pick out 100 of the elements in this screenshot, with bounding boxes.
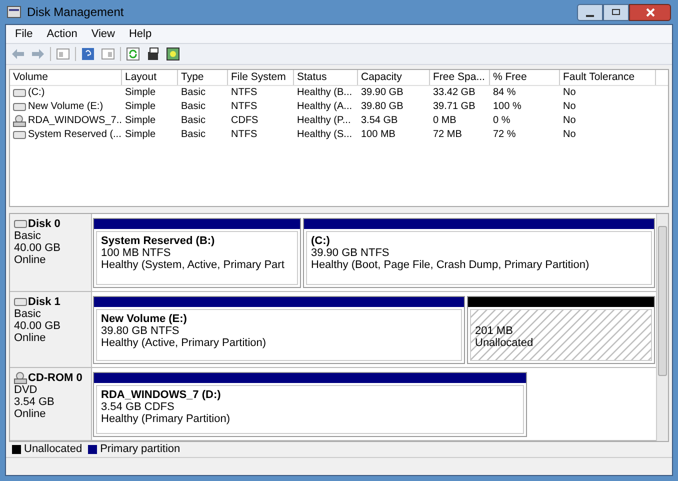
- menu-item[interactable]: Help: [124, 26, 157, 42]
- app-icon: [7, 6, 21, 18]
- disk-type: Basic: [14, 230, 42, 242]
- table-cell: No: [563, 100, 576, 114]
- column-header[interactable]: Fault Tolerance: [560, 70, 656, 85]
- table-cell: CDFS: [231, 114, 258, 128]
- partition[interactable]: System Reserved (B:) 100 MB NTFS Healthy (System, Active, Primary Part: [93, 218, 301, 288]
- disk-name: CD-ROM 0: [28, 372, 82, 384]
- close-icon: [646, 8, 654, 16]
- table-cell: Basic: [181, 128, 206, 142]
- table-cell: 100 MB: [361, 128, 396, 142]
- table-cell: Simple: [125, 86, 156, 100]
- column-header[interactable]: Layout: [122, 70, 178, 85]
- drive-icon: [13, 131, 26, 139]
- disk-size: 3.54 GB: [14, 396, 56, 408]
- cd-drive-icon: [13, 115, 26, 127]
- column-header[interactable]: Capacity: [358, 70, 430, 85]
- disk-info-panel[interactable]: Disk 0 Basic 40.00 GB Online: [10, 214, 92, 291]
- table-cell: NTFS: [231, 86, 258, 100]
- disk-size: 40.00 GB: [14, 242, 62, 254]
- partition-size: 100 MB NTFS: [101, 247, 172, 259]
- column-header[interactable]: Type: [178, 70, 228, 85]
- table-cell: Simple: [125, 128, 156, 142]
- disk-status: Online: [14, 254, 47, 266]
- unallocated-partition[interactable]: 201 MB Unallocated: [467, 296, 655, 364]
- table-cell: 72 MB: [433, 128, 462, 142]
- table-cell: 3.54 GB: [361, 114, 398, 128]
- partition[interactable]: New Volume (E:) 39.80 GB NTFS Healthy (Active, Primary Partition): [93, 296, 465, 364]
- partition-size: 39.90 GB NTFS: [311, 247, 390, 259]
- table-cell: 39.90 GB: [361, 86, 404, 100]
- scrollbar[interactable]: [656, 214, 668, 441]
- column-header[interactable]: Volume: [10, 70, 122, 85]
- disk-size: 40.00 GB: [14, 320, 62, 332]
- table-cell: 0 %: [493, 114, 510, 128]
- column-header[interactable]: % Free: [490, 70, 560, 85]
- column-header[interactable]: Free Spa...: [430, 70, 490, 85]
- cd-drive-icon: [14, 372, 27, 384]
- partition-name: RDA_WINDOWS_7 (D:): [101, 389, 222, 401]
- table-cell: 0 MB: [433, 114, 456, 128]
- table-cell: New Volume (E:): [28, 100, 104, 114]
- partition-status: Healthy (Boot, Page File, Crash Dump, Primary Partition): [311, 259, 590, 271]
- drive-icon: [14, 220, 27, 228]
- partition-size: 201 MB: [475, 324, 514, 336]
- disk-type: DVD: [14, 384, 38, 396]
- partition-status: Healthy (Active, Primary Partition): [101, 337, 268, 349]
- table-cell: System Reserved (...: [28, 128, 122, 142]
- table-cell: 72 %: [493, 128, 516, 142]
- partition[interactable]: (C:) 39.90 GB NTFS Healthy (Boot, Page File, Crash Dump, Primary Partition): [303, 218, 655, 288]
- column-header[interactable]: File System: [228, 70, 294, 85]
- maximize-button[interactable]: [603, 4, 629, 20]
- disk-info-panel[interactable]: Disk 1 Basic 40.00 GB Online: [10, 292, 92, 367]
- disk-name: Disk 0: [28, 218, 60, 230]
- legend-label: Primary partition: [100, 442, 180, 458]
- minimize-button[interactable]: [577, 4, 603, 20]
- drive-icon: [13, 89, 26, 97]
- table-cell: Simple: [125, 114, 156, 128]
- disk-name: Disk 1: [28, 296, 60, 308]
- partition-status: Healthy (System, Active, Primary Part: [101, 259, 286, 271]
- pane-icon[interactable]: [55, 46, 71, 62]
- table-cell: 33.42 GB: [433, 86, 476, 100]
- disk-type: Basic: [14, 308, 42, 320]
- pane-icon[interactable]: [100, 46, 116, 62]
- drive-icon: [14, 298, 27, 306]
- table-cell: Basic: [181, 114, 206, 128]
- partition-name: System Reserved (B:): [101, 235, 216, 247]
- partition-status: Unallocated: [475, 336, 534, 348]
- table-cell: Basic: [181, 86, 206, 100]
- partition-status: Healthy (Primary Partition): [101, 413, 231, 425]
- legend-label: Unallocated: [24, 442, 82, 458]
- table-cell: RDA_WINDOWS_7...: [28, 114, 122, 128]
- refresh-icon[interactable]: [125, 46, 141, 62]
- partition-size: 39.80 GB NTFS: [101, 325, 180, 337]
- table-cell: No: [563, 114, 576, 128]
- disk-status: Online: [14, 408, 47, 420]
- table-cell: NTFS: [231, 128, 258, 142]
- partition[interactable]: RDA_WINDOWS_7 (D:) 3.54 GB CDFS Healthy (Primary Partition): [93, 372, 527, 437]
- column-header[interactable]: Status: [294, 70, 358, 85]
- table-cell: 39.80 GB: [361, 100, 404, 114]
- table-cell: No: [563, 128, 576, 142]
- menu-item[interactable]: File: [10, 26, 38, 42]
- partition-size: 3.54 GB CDFS: [101, 401, 176, 413]
- table-cell: Simple: [125, 100, 156, 114]
- table-cell: No: [563, 86, 576, 100]
- window-title: Disk Management: [27, 4, 124, 21]
- table-cell: 39.71 GB: [433, 100, 476, 114]
- table-cell: Basic: [181, 100, 206, 114]
- table-cell: Healthy (B...: [297, 86, 352, 100]
- menu-item[interactable]: View: [86, 26, 120, 42]
- table-cell: 100 %: [493, 100, 522, 114]
- disk-info-panel[interactable]: CD-ROM 0 DVD 3.54 GB Online: [10, 368, 92, 440]
- table-cell: (C:): [28, 86, 45, 100]
- table-cell: NTFS: [231, 100, 258, 114]
- close-button[interactable]: [629, 4, 671, 20]
- table-cell: 84 %: [493, 86, 516, 100]
- table-cell: Healthy (P...: [297, 114, 351, 128]
- table-cell: Healthy (S...: [297, 128, 352, 142]
- menu-item[interactable]: Action: [42, 26, 82, 42]
- partition-name: (C:): [311, 235, 331, 247]
- partition-name: New Volume (E:): [101, 313, 188, 325]
- table-cell: Healthy (A...: [297, 100, 352, 114]
